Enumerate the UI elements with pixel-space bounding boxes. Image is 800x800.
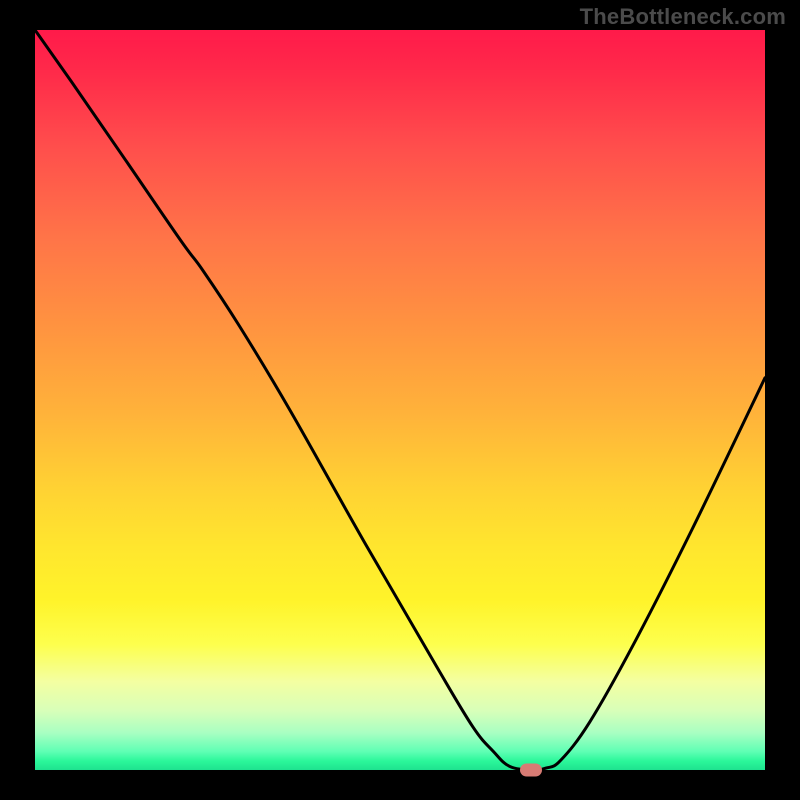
optimal-point-marker xyxy=(520,764,542,777)
chart-frame: TheBottleneck.com xyxy=(0,0,800,800)
plot-area xyxy=(35,30,765,770)
watermark-text: TheBottleneck.com xyxy=(580,4,786,30)
bottleneck-curve xyxy=(35,30,765,770)
